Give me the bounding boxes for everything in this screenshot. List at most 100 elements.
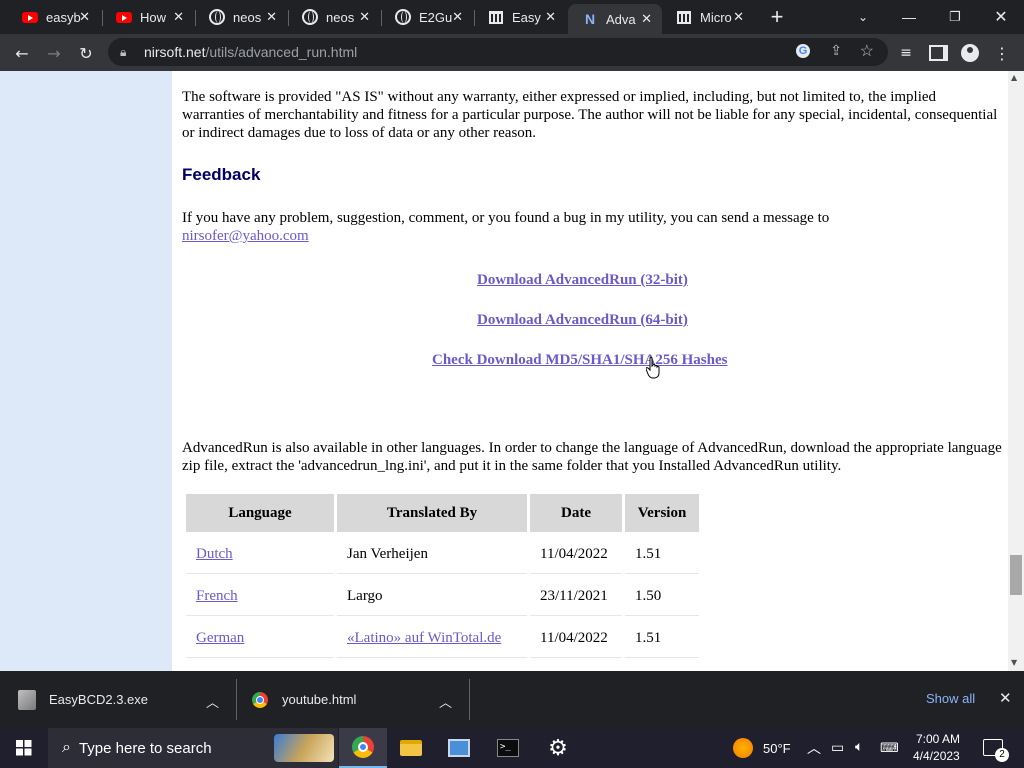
column-header: Date (530, 494, 622, 532)
scrollbar-thumb[interactable] (1010, 555, 1022, 595)
search-highlight-icon (274, 734, 334, 762)
reload-icon[interactable]: ↻ (73, 40, 99, 66)
side-panel-icon[interactable] (925, 40, 951, 66)
clock-time[interactable]: 7:00 AM (916, 732, 960, 746)
translator-cell: Jan Verheijen (337, 535, 527, 574)
table-row (186, 661, 699, 671)
globe-icon (302, 9, 318, 25)
weather-sun-icon (733, 738, 753, 758)
media-control-icon[interactable]: ≡ (893, 40, 919, 66)
volume-icon[interactable]: 🔈︎ (855, 738, 863, 755)
table-row: French Largo 23/11/2021 1.50 (186, 577, 699, 616)
tab-4[interactable]: neos ✕ (288, 0, 380, 34)
tab-5[interactable]: E2Gu ✕ (381, 0, 473, 34)
forward-icon[interactable]: → (41, 40, 67, 66)
download-item[interactable]: youtube.html (252, 671, 462, 728)
tab-8[interactable]: Micro ✕ (662, 0, 754, 34)
chevron-up-icon[interactable]: ︿ (206, 692, 219, 711)
share-icon[interactable]: ⇪ (830, 42, 842, 59)
tab-active[interactable]: N Adva ✕ (568, 4, 662, 34)
column-header: Version (625, 494, 699, 532)
lock-icon: 🔒︎ (120, 44, 127, 59)
back-icon[interactable]: ← (9, 40, 35, 66)
network-icon[interactable]: ▭ (831, 739, 844, 756)
show-all-button[interactable]: Show all (926, 691, 975, 706)
version-cell: 1.51 (625, 619, 699, 658)
tab-3[interactable]: neos ✕ (195, 0, 287, 34)
download-item[interactable]: EasyBCD2.3.exe (18, 671, 238, 728)
url-text: nirsoft.net/utils/advanced_run.html (144, 44, 358, 60)
taskbar: ⌕ Type here to search >_ ⚙ 50°F ︿ ▭ 🔈︎ ⌨… (0, 728, 1024, 768)
nirsoft-icon: N (584, 11, 596, 27)
column-header: Translated By (337, 494, 527, 532)
menu-icon[interactable]: ⋮ (989, 40, 1015, 66)
feedback-text: If you have any problem, suggestion, com… (182, 209, 1002, 245)
chevron-up-icon[interactable]: ︿ (439, 692, 452, 711)
minimize-icon[interactable]: — (886, 0, 932, 34)
keyboard-icon[interactable]: ⌨ (880, 740, 899, 756)
clock-date[interactable]: 4/4/2023 (913, 749, 960, 763)
version-cell: 1.51 (625, 535, 699, 574)
language-link[interactable]: Dutch (196, 546, 233, 562)
check-hashes-link[interactable]: Check Download MD5/SHA1/SHA256 Hashes (432, 352, 727, 369)
terminal-icon[interactable]: >_ (484, 728, 532, 768)
scroll-up-icon[interactable]: ▲ (1011, 73, 1017, 82)
scroll-down-icon[interactable]: ▼ (1011, 658, 1017, 667)
tray-chevron-icon[interactable]: ︿ (807, 738, 821, 758)
languages-table: Language Translated By Date Version Dutc… (183, 491, 702, 671)
profile-icon[interactable] (957, 40, 983, 66)
window-close-icon[interactable]: ✕ (978, 0, 1024, 34)
close-icon[interactable]: ✕ (173, 9, 184, 25)
download-32bit-link[interactable]: Download AdvancedRun (32-bit) (477, 272, 688, 289)
computer-icon[interactable] (435, 728, 483, 768)
search-placeholder: Type here to search (78, 739, 212, 757)
tab-1[interactable]: easyb ✕ (8, 0, 100, 34)
date-cell: 11/04/2022 (530, 535, 622, 574)
feedback-message: If you have any problem, suggestion, com… (182, 210, 830, 226)
search-icon: ⌕ (62, 739, 71, 756)
tab-title: Adva (606, 11, 636, 27)
restore-icon[interactable]: ❐ (932, 0, 978, 34)
column-header: Language (186, 494, 334, 532)
tab-search-icon[interactable]: ⌄ (840, 0, 886, 34)
date-cell: 23/11/2021 (530, 577, 622, 616)
date-cell: 11/04/2022 (530, 619, 622, 658)
close-icon[interactable]: ✕ (545, 9, 556, 25)
tab-2[interactable]: How ✕ (102, 0, 194, 34)
download-64bit-link[interactable]: Download AdvancedRun (64-bit) (477, 312, 688, 329)
close-icon[interactable]: ✕ (641, 11, 652, 27)
close-icon[interactable]: ✕ (359, 9, 370, 25)
translator-cell: Largo (337, 577, 527, 616)
language-link[interactable]: German (196, 630, 244, 646)
weather-temperature[interactable]: 50°F (763, 741, 791, 756)
language-link[interactable]: French (196, 588, 238, 604)
close-icon[interactable]: ✕ (266, 9, 277, 25)
close-download-bar-icon[interactable]: ✕ (999, 689, 1012, 707)
disclaimer-text: The software is provided "AS IS" without… (182, 89, 998, 141)
address-bar[interactable]: 🔒︎ nirsoft.net/utils/advanced_run.html G… (108, 38, 888, 66)
close-icon[interactable]: ✕ (79, 9, 90, 25)
download-bar: EasyBCD2.3.exe ︿ youtube.html ︿ Show all… (0, 671, 1024, 728)
youtube-icon (116, 9, 132, 25)
file-explorer-icon[interactable] (387, 728, 435, 768)
browser-toolbar: ← → ↻ 🔒︎ nirsoft.net/utils/advanced_run.… (0, 34, 1024, 71)
chrome-taskbar-icon[interactable] (339, 728, 387, 768)
tab-6[interactable]: Easy ✕ (474, 0, 566, 34)
new-tab-button[interactable]: + (754, 0, 800, 34)
close-icon[interactable]: ✕ (452, 9, 463, 25)
chrome-icon (252, 691, 268, 708)
translator-link[interactable]: «Latino» auf WinTotal.de (347, 630, 501, 646)
bookmark-star-icon[interactable]: ☆ (860, 41, 874, 61)
hand-cursor-icon (646, 357, 660, 379)
languages-text: AdvancedRun is also available in other l… (182, 440, 1002, 474)
globe-icon (395, 9, 411, 25)
bank-icon (488, 9, 504, 25)
download-filename: EasyBCD2.3.exe (49, 692, 148, 707)
version-cell: 1.50 (625, 577, 699, 616)
windows-start-icon[interactable] (0, 728, 48, 768)
settings-gear-icon[interactable]: ⚙ (534, 728, 582, 768)
close-icon[interactable]: ✕ (733, 9, 744, 25)
feedback-email-link[interactable]: nirsofer@yahoo.com (182, 228, 309, 244)
google-lens-icon[interactable]: G (796, 44, 810, 58)
taskbar-search-box[interactable]: ⌕ Type here to search (48, 728, 338, 768)
